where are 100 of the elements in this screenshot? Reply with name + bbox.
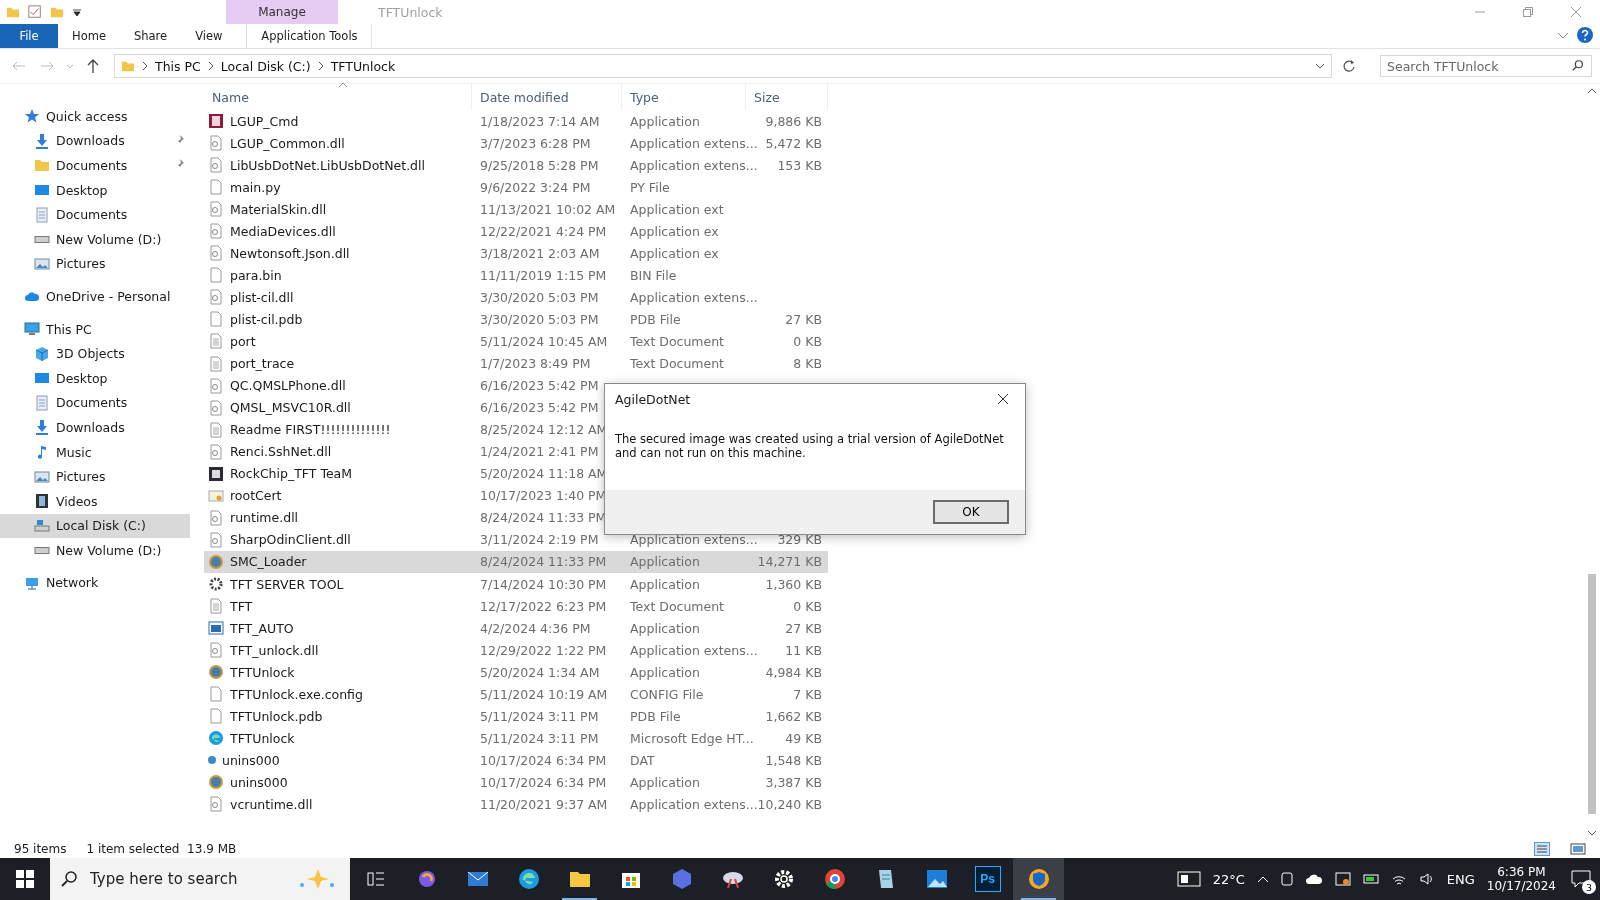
file-row[interactable]: LibUsbDotNet.LibUsbDotNet.dll 9/25/2018 5:28 PM Application extens... 153 KB: [204, 154, 828, 177]
nav-item[interactable]: Documents: [0, 153, 190, 178]
date-modified: 1/24/2021 2:41 PM: [480, 444, 599, 460]
file-row[interactable]: Newtonsoft.Json.dll 3/18/2021 2:03 AM Application ex: [204, 242, 828, 265]
globe-app-icon: [208, 553, 224, 570]
file-size: 1,662 KB: [765, 708, 823, 724]
nav-item[interactable]: Documents: [0, 390, 190, 416]
file-row[interactable]: LGUP_Cmd 1/18/2023 7:14 AM Application 9,886 KB: [204, 110, 828, 133]
battery-icon: [1362, 874, 1379, 884]
back-arrow-icon: [12, 61, 26, 71]
help-button[interactable]: [1574, 24, 1596, 46]
nav-item[interactable]: Local Disk (C:): [0, 513, 190, 539]
file-row[interactable]: TFTUnlock.exe.config 5/11/2024 10:19 AM CONFIG File 7 KB: [204, 683, 828, 706]
nav-item[interactable]: Downloads: [0, 128, 190, 154]
drive-icon: [34, 517, 50, 534]
file-row[interactable]: vcruntime.dll 11/20/2021 9:37 AM Application extens...10,240 KB: [204, 793, 828, 816]
address-bar[interactable]: This PC Local Disk (C:) TFTUnlock: [114, 54, 1332, 78]
blank-file-icon: [208, 179, 224, 196]
restore-icon: [1523, 7, 1533, 17]
nav-item[interactable]: Quick access: [0, 104, 190, 129]
nav-item[interactable]: Desktop: [0, 365, 190, 391]
file-row[interactable]: LGUP_Common.dll 3/7/2023 6:28 PM Application extens... 5,472 KB: [204, 132, 828, 155]
date-modified: 3/30/2020 5:03 PM: [480, 311, 599, 327]
chevron-down-icon: [1315, 63, 1325, 69]
file-row[interactable]: unins000 10/17/2024 6:34 PM DAT 1,548 KB: [204, 749, 828, 772]
nav-item[interactable]: 3D Objects: [0, 341, 190, 366]
file-size: 27 KB: [785, 311, 823, 327]
column-header[interactable]: Size: [746, 84, 828, 110]
file-row[interactable]: TFT 12/17/2022 6:23 PM Text Document 0 KB: [204, 595, 828, 618]
document-icon: [34, 206, 50, 223]
nav-item[interactable]: New Volume (D:): [0, 226, 190, 252]
nav-item[interactable]: Videos: [0, 488, 190, 514]
dll-file-icon: [208, 245, 224, 262]
nav-label: Desktop: [56, 182, 108, 198]
chevron-right-icon: [141, 61, 149, 71]
language-indicator[interactable]: ENG: [1446, 871, 1475, 887]
nav-item[interactable]: Documents: [0, 202, 190, 227]
close-icon: [997, 393, 1009, 405]
ribbon-tab[interactable]: File: [0, 24, 58, 48]
file-row[interactable]: TFT SERVER TOOL 7/14/2024 10:30 PM Application 1,360 KB: [204, 573, 828, 596]
nav-item[interactable]: Downloads: [0, 415, 190, 440]
file-row[interactable]: TFTUnlock.pdb 5/11/2024 3:11 PM PDB File 1,662 KB: [204, 705, 828, 728]
blank-file-icon: [208, 686, 224, 703]
ribbon-tab[interactable]: Application Tools: [246, 24, 373, 48]
file-row[interactable]: unins000 10/17/2024 6:34 PM Application 3,387 KB: [204, 771, 828, 794]
nav-item[interactable]: Music: [0, 439, 190, 465]
file-row[interactable]: SMC_Loader 8/24/2024 11:33 PM Application 14,271 KB: [204, 550, 828, 573]
breadcrumb[interactable]: TFTUnlock: [330, 58, 396, 74]
taskbar-app[interactable]: Ps: [962, 858, 1013, 900]
nav-label: Network: [46, 575, 99, 591]
file-row[interactable]: TFT_AUTO 4/2/2024 4:36 PM Application 27 KB: [204, 617, 828, 640]
file-row[interactable]: plist-cil.dll 3/30/2020 5:03 PM Application extens...: [204, 286, 828, 309]
file-row[interactable]: TFT_unlock.dll 12/29/2022 1:22 PM Application extens... 11 KB: [204, 639, 828, 662]
date-modified: 4/2/2024 4:36 PM: [480, 620, 591, 636]
nav-item[interactable]: This PC: [0, 316, 190, 342]
file-row[interactable]: para.bin 11/11/2019 1:15 PM BIN File: [204, 264, 828, 287]
notifications-button[interactable]: 3: [1568, 866, 1594, 892]
column-header[interactable]: Type: [622, 84, 746, 110]
file-row[interactable]: port 5/11/2024 10:45 AM Text Document 0 KB: [204, 330, 828, 353]
dll-file-icon: [208, 289, 224, 306]
nav-item[interactable]: Desktop: [0, 177, 190, 203]
file-row[interactable]: MediaDevices.dll 12/22/2021 4:24 PM Application ex: [204, 220, 828, 243]
breadcrumb[interactable]: This PC: [155, 58, 201, 74]
star-icon: [24, 108, 40, 125]
file-row[interactable]: plist-cil.pdb 3/30/2020 5:03 PM PDB File 27 KB: [204, 308, 828, 331]
nav-item[interactable]: OneDrive - Personal: [0, 284, 190, 309]
context-tab-header: Manage: [226, 0, 338, 24]
dialog-message: The secured image was created using a trial version of AgileDotNet and can not run on this machine.: [614, 431, 1005, 462]
nav-item[interactable]: New Volume (D:): [0, 538, 190, 563]
date-modified: 12/17/2022 6:23 PM: [480, 598, 607, 614]
browser-file-icon: [208, 730, 224, 747]
file-row[interactable]: TFTUnlock 5/11/2024 3:11 PM Microsoft Edge HT... 49 KB: [204, 727, 828, 750]
taskbar-search-field[interactable]: Type here to search: [88, 869, 286, 889]
scroll-thumb[interactable]: [1588, 574, 1596, 814]
file-type: Application extens...: [630, 642, 758, 658]
breadcrumb[interactable]: Local Disk (C:): [220, 58, 311, 74]
download-arrow-icon: [34, 132, 50, 149]
file-row[interactable]: SharpOdinClient.dll 3/11/2024 2:19 PM Application extens... 329 KB: [204, 528, 828, 551]
taskbar-search-bar[interactable]: Type here to search: [50, 858, 350, 900]
file-row[interactable]: main.py 9/6/2022 3:24 PM PY File: [204, 176, 828, 199]
dll-file-icon: [208, 157, 224, 174]
globe-app-icon: [208, 664, 224, 681]
clock[interactable]: 6:36 PM 10/17/2024: [1486, 865, 1556, 893]
file-size: 329 KB: [777, 532, 823, 548]
file-name: para.bin: [230, 267, 282, 283]
search-field[interactable]: Search TFTUnlock: [1380, 55, 1592, 77]
nav-item[interactable]: Network: [0, 570, 190, 596]
nav-label: Pictures: [56, 469, 106, 485]
data-file-icon: [208, 756, 216, 765]
file-row[interactable]: MaterialSkin.dll 11/13/2021 10:02 AM Application ext: [204, 198, 828, 221]
column-header[interactable]: Name: [204, 84, 472, 110]
nav-item[interactable]: Pictures: [0, 464, 190, 489]
file-row[interactable]: TFTUnlock 5/20/2024 1:34 AM Application 4,984 KB: [204, 661, 828, 684]
date-modified: 5/20/2024 1:34 AM: [480, 664, 600, 680]
ok-button[interactable]: OK: [933, 500, 1009, 524]
file-name: rootCert: [230, 488, 282, 504]
nav-item[interactable]: Pictures: [0, 251, 190, 277]
file-size: 1,360 KB: [765, 576, 823, 592]
column-header[interactable]: Date modified: [472, 84, 622, 110]
file-row[interactable]: port_trace 1/7/2023 8:49 PM Text Document 8 KB: [204, 352, 828, 375]
